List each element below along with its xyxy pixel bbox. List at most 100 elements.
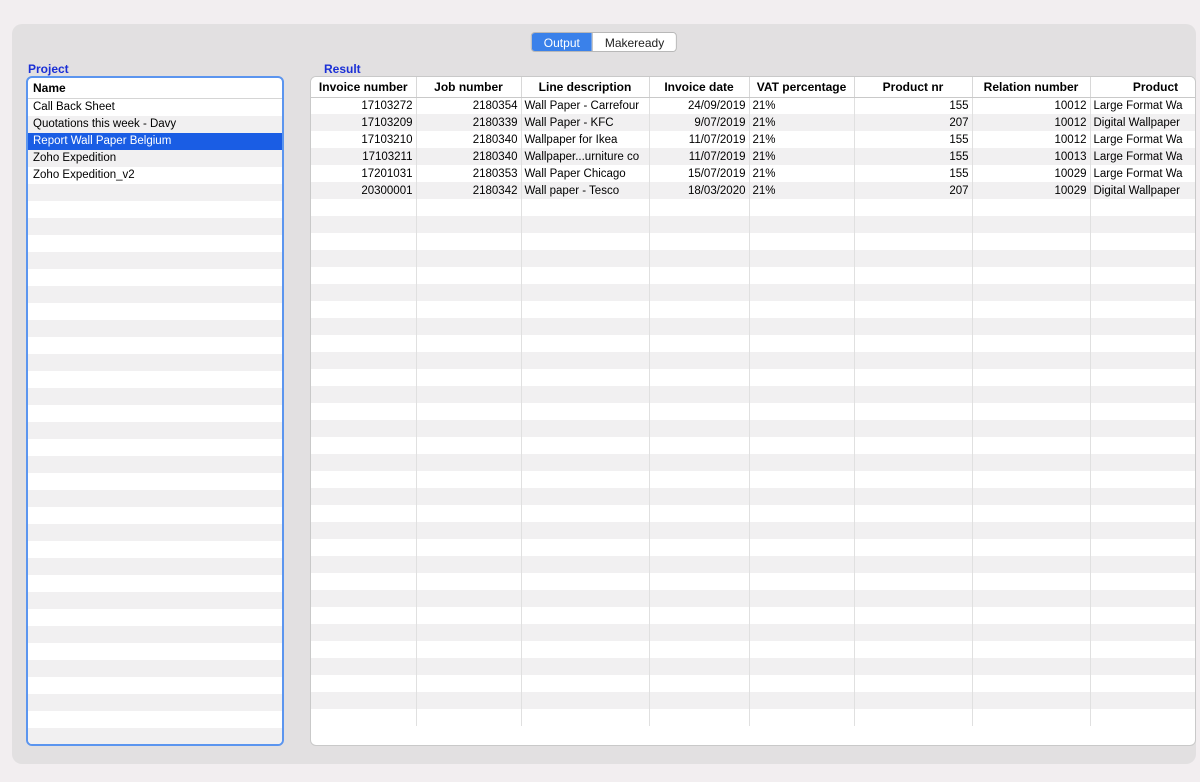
project-row-empty[interactable] xyxy=(28,558,282,575)
table-cell: Wall Paper - Carrefour xyxy=(521,97,649,114)
table-row[interactable]: 171032722180354Wall Paper - Carrefour24/… xyxy=(311,97,1196,114)
result-column-header[interactable]: Job number xyxy=(416,77,521,97)
result-column-header[interactable]: Invoice date xyxy=(649,77,749,97)
project-row-empty[interactable] xyxy=(28,507,282,524)
table-cell: 10013 xyxy=(972,148,1090,165)
result-column-header[interactable]: Product nr xyxy=(854,77,972,97)
tab-makeready[interactable]: Makeready xyxy=(592,33,676,51)
project-row-empty[interactable] xyxy=(28,728,282,745)
table-row-empty[interactable] xyxy=(311,403,1196,420)
table-cell: 207 xyxy=(854,182,972,199)
table-row-empty[interactable] xyxy=(311,488,1196,505)
table-row-empty[interactable] xyxy=(311,318,1196,335)
project-row-empty[interactable] xyxy=(28,592,282,609)
table-row-empty[interactable] xyxy=(311,522,1196,539)
table-row-empty[interactable] xyxy=(311,709,1196,726)
project-row-empty[interactable] xyxy=(28,269,282,286)
project-row-empty[interactable] xyxy=(28,371,282,388)
table-row-empty[interactable] xyxy=(311,420,1196,437)
project-row-empty[interactable] xyxy=(28,201,282,218)
table-cell: 10029 xyxy=(972,165,1090,182)
project-row-empty[interactable] xyxy=(28,473,282,490)
table-row-empty[interactable] xyxy=(311,233,1196,250)
table-row-empty[interactable] xyxy=(311,505,1196,522)
project-row-empty[interactable] xyxy=(28,524,282,541)
project-row-empty[interactable] xyxy=(28,252,282,269)
table-cell: 155 xyxy=(854,165,972,182)
table-row-empty[interactable] xyxy=(311,624,1196,641)
table-row-empty[interactable] xyxy=(311,471,1196,488)
table-cell: 2180354 xyxy=(416,97,521,114)
project-row-empty[interactable] xyxy=(28,575,282,592)
project-row-empty[interactable] xyxy=(28,439,282,456)
project-row-empty[interactable] xyxy=(28,184,282,201)
table-row-empty[interactable] xyxy=(311,199,1196,216)
result-column-header[interactable]: VAT percentage xyxy=(749,77,854,97)
table-row-empty[interactable] xyxy=(311,658,1196,675)
result-column-header[interactable]: Product xyxy=(1090,77,1196,97)
table-row-empty[interactable] xyxy=(311,607,1196,624)
table-cell: 17103211 xyxy=(311,148,416,165)
result-column-header[interactable]: Relation number xyxy=(972,77,1090,97)
project-row-empty[interactable] xyxy=(28,711,282,728)
project-row-empty[interactable] xyxy=(28,405,282,422)
table-row-empty[interactable] xyxy=(311,675,1196,692)
table-row-empty[interactable] xyxy=(311,539,1196,556)
table-row-empty[interactable] xyxy=(311,335,1196,352)
table-row-empty[interactable] xyxy=(311,386,1196,403)
table-row-empty[interactable] xyxy=(311,369,1196,386)
project-row-empty[interactable] xyxy=(28,286,282,303)
table-cell: 15/07/2019 xyxy=(649,165,749,182)
table-row-empty[interactable] xyxy=(311,556,1196,573)
table-row-empty[interactable] xyxy=(311,692,1196,709)
table-row-empty[interactable] xyxy=(311,573,1196,590)
table-row-empty[interactable] xyxy=(311,301,1196,318)
project-row-empty[interactable] xyxy=(28,677,282,694)
project-row-empty[interactable] xyxy=(28,626,282,643)
project-row-empty[interactable] xyxy=(28,694,282,711)
table-row-empty[interactable] xyxy=(311,590,1196,607)
project-row-empty[interactable] xyxy=(28,660,282,677)
project-row-empty[interactable] xyxy=(28,303,282,320)
table-row-empty[interactable] xyxy=(311,352,1196,369)
project-row-empty[interactable] xyxy=(28,609,282,626)
table-row[interactable]: 171032102180340Wallpaper for Ikea11/07/2… xyxy=(311,131,1196,148)
project-row-empty[interactable] xyxy=(28,490,282,507)
table-row[interactable]: 171032112180340Wallpaper...urniture co11… xyxy=(311,148,1196,165)
table-row-empty[interactable] xyxy=(311,267,1196,284)
table-row-empty[interactable] xyxy=(311,250,1196,267)
project-row[interactable]: Call Back Sheet xyxy=(28,99,282,116)
table-row-empty[interactable] xyxy=(311,641,1196,658)
table-cell: 11/07/2019 xyxy=(649,148,749,165)
result-column-header[interactable]: Line description xyxy=(521,77,649,97)
table-row[interactable]: 172010312180353Wall Paper Chicago15/07/2… xyxy=(311,165,1196,182)
project-row[interactable]: Zoho Expedition_v2 xyxy=(28,167,282,184)
project-row-empty[interactable] xyxy=(28,541,282,558)
table-row[interactable]: 171032092180339Wall Paper - KFC9/07/2019… xyxy=(311,114,1196,131)
project-row-empty[interactable] xyxy=(28,745,282,746)
table-cell: Wall Paper - KFC xyxy=(521,114,649,131)
project-row-empty[interactable] xyxy=(28,235,282,252)
table-row-empty[interactable] xyxy=(311,216,1196,233)
tab-output[interactable]: Output xyxy=(532,33,592,51)
result-column-header[interactable]: Invoice number xyxy=(311,77,416,97)
project-row-empty[interactable] xyxy=(28,320,282,337)
table-row-empty[interactable] xyxy=(311,284,1196,301)
project-row-empty[interactable] xyxy=(28,337,282,354)
project-column-header[interactable]: Name xyxy=(28,78,282,99)
project-row-empty[interactable] xyxy=(28,422,282,439)
result-section-label: Result xyxy=(324,62,361,76)
project-row[interactable]: Zoho Expedition xyxy=(28,150,282,167)
project-row-empty[interactable] xyxy=(28,456,282,473)
table-row[interactable]: 203000012180342Wall paper - Tesco18/03/2… xyxy=(311,182,1196,199)
project-row-empty[interactable] xyxy=(28,388,282,405)
project-section-label: Project xyxy=(28,62,69,76)
project-row-empty[interactable] xyxy=(28,218,282,235)
project-row[interactable]: Report Wall Paper Belgium xyxy=(28,133,282,150)
project-row-empty[interactable] xyxy=(28,643,282,660)
project-row[interactable]: Quotations this week - Davy xyxy=(28,116,282,133)
table-row-empty[interactable] xyxy=(311,437,1196,454)
table-row-empty[interactable] xyxy=(311,454,1196,471)
project-row-empty[interactable] xyxy=(28,354,282,371)
table-cell: 21% xyxy=(749,114,854,131)
